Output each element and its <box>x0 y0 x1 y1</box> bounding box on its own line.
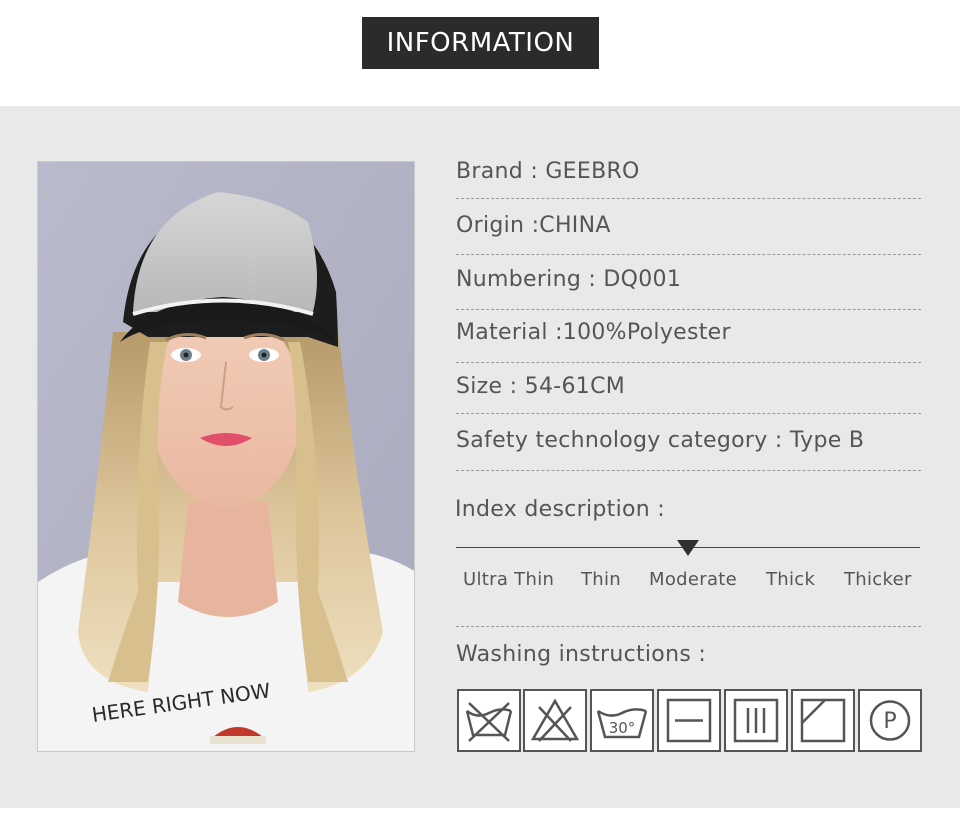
scale-label-thin: Thin <box>581 569 622 590</box>
scale-label-thick: Thick <box>766 569 816 590</box>
spec-material: Material :100%Polyester <box>456 319 731 345</box>
dry-clean-letter: P <box>883 709 896 734</box>
spec-origin: Origin :CHINA <box>456 212 611 238</box>
information-badge: INFORMATION <box>362 17 599 69</box>
divider <box>456 309 921 310</box>
spec-safety-category: Safety technology category : Type B <box>456 427 865 453</box>
dry-flat-icon <box>657 689 721 752</box>
scale-label-ultra-thin: Ultra Thin <box>463 569 555 590</box>
scale-label-thicker: Thicker <box>844 569 912 590</box>
divider <box>456 626 921 627</box>
divider <box>456 413 921 414</box>
spec-numbering: Numbering : DQ001 <box>456 266 682 292</box>
index-marker-triangle-icon <box>677 540 699 556</box>
dry-clean-p-icon: P <box>858 689 922 752</box>
wash-30-icon: 30° <box>590 689 654 752</box>
do-not-wash-icon <box>457 689 521 752</box>
do-not-bleach-icon <box>523 689 587 752</box>
divider <box>456 362 921 363</box>
spec-brand: Brand : GEEBRO <box>456 158 640 184</box>
divider <box>456 470 921 471</box>
drip-dry-icon <box>724 689 788 752</box>
product-photo: HERE RIGHT NOW <box>37 161 415 752</box>
wash-temperature-label: 30° <box>609 719 636 737</box>
spec-size: Size : 54-61CM <box>456 373 626 399</box>
scale-label-moderate: Moderate <box>649 569 738 590</box>
washing-instructions-title: Washing instructions : <box>456 642 707 667</box>
index-description-title: Index description : <box>455 497 665 522</box>
divider <box>456 254 921 255</box>
dry-in-shade-icon <box>791 689 855 752</box>
divider <box>456 198 921 199</box>
